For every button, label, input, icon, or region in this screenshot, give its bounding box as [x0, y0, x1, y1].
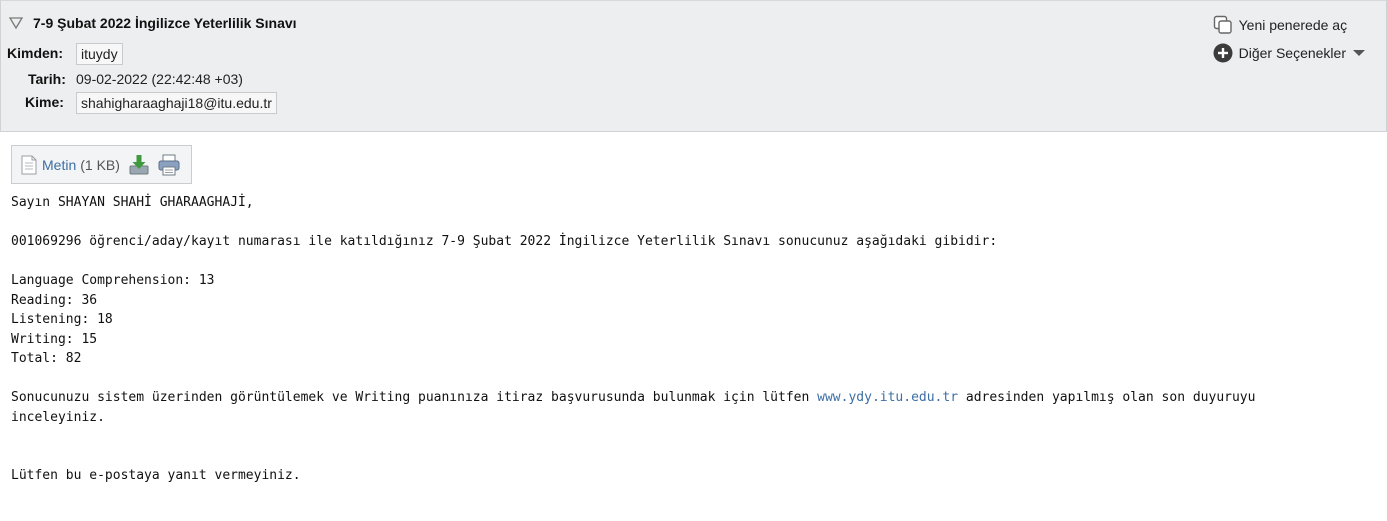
- plus-circle-icon: [1213, 43, 1233, 63]
- message-body: Sayın SHAYAN SHAHİ GHARAAGHAJİ, 00106929…: [11, 193, 1351, 486]
- chevron-down-icon: [1353, 50, 1365, 56]
- intro-line: 001069296 öğrenci/aday/kayıt numarası il…: [11, 234, 998, 249]
- message-actions: Yeni penerede aç Diğer Seçenekler: [1213, 15, 1372, 71]
- message-subject: 7-9 Şubat 2022 İngilizce Yeterlilik Sına…: [33, 15, 297, 31]
- more-options-label: Diğer Seçenekler: [1238, 45, 1346, 61]
- attachment-bar: Metin (1 KB): [11, 145, 192, 184]
- more-options-button[interactable]: Diğer Seçenekler: [1213, 43, 1372, 63]
- message-header: 7-9 Şubat 2022 İngilizce Yeterlilik Sına…: [0, 0, 1387, 132]
- from-label: Kimden:: [7, 45, 63, 61]
- info-text-before-link: Sonucunuzu sistem üzerinden görüntülemek…: [11, 390, 818, 405]
- greeting-line: Sayın SHAYAN SHAHİ GHARAAGHAJİ,: [11, 195, 254, 210]
- attachment-name-link[interactable]: Metin: [42, 157, 76, 173]
- collapse-triangle-icon[interactable]: [9, 16, 23, 30]
- document-icon: [21, 155, 37, 174]
- info-paragraph: Sonucunuzu sistem üzerinden görüntülemek…: [11, 388, 1351, 427]
- subject-row: 7-9 Şubat 2022 İngilizce Yeterlilik Sına…: [9, 15, 297, 31]
- to-value[interactable]: shahigharaaghaji18@itu.edu.tr: [76, 92, 277, 114]
- new-window-icon: [1213, 15, 1232, 34]
- score-line: Writing: 15: [11, 331, 98, 347]
- open-new-window-label: Yeni penerede aç: [1238, 17, 1348, 33]
- to-label: Kime:: [25, 94, 64, 110]
- ydy-website-link[interactable]: www.ydy.itu.edu.tr: [817, 390, 958, 405]
- closing-line: Lütfen bu e-postaya yanıt vermeyiniz.: [11, 468, 301, 483]
- from-value[interactable]: ituydy: [76, 43, 123, 65]
- score-line: Reading: 36: [11, 292, 98, 308]
- download-icon[interactable]: [128, 154, 150, 176]
- open-new-window-button[interactable]: Yeni penerede aç: [1213, 15, 1372, 35]
- score-line: Listening: 18: [11, 312, 113, 327]
- print-icon[interactable]: [158, 154, 180, 176]
- attachment-size: (1 KB): [80, 156, 120, 173]
- date-value: 09-02-2022 (22:42:48 +03): [76, 71, 243, 87]
- date-label: Tarih:: [28, 71, 66, 87]
- score-line: Total: 82: [11, 351, 82, 366]
- score-line: Language Comprehension: 13: [11, 273, 215, 288]
